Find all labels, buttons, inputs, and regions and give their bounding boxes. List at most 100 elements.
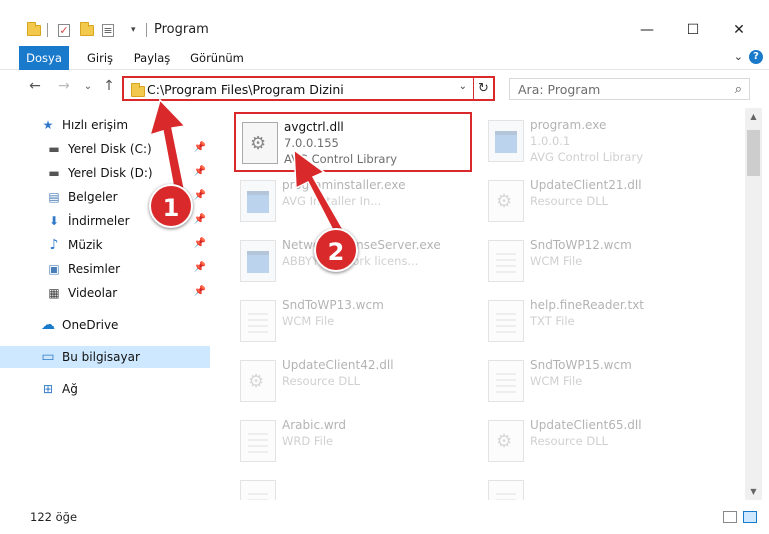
forward-arrow-icon[interactable]: →: [54, 78, 74, 94]
sidebar-item-label: Belgeler: [68, 190, 118, 204]
details-view-icon[interactable]: [723, 511, 737, 523]
address-bar[interactable]: C:\Program Files\Program Dizini ⌄ ↻: [122, 76, 495, 101]
file-tile[interactable]: programinstaller.exe AVG Installer In...: [234, 172, 474, 228]
pin-icon[interactable]: 📌: [194, 166, 206, 177]
pin-icon[interactable]: 📌: [194, 214, 206, 225]
file-tile[interactable]: [234, 472, 474, 500]
tiles-view-icon[interactable]: [743, 511, 757, 523]
sidebar-item-disk-c[interactable]: ▬ Yerel Disk (C:) 📌: [0, 138, 210, 160]
close-button[interactable]: ✕: [716, 16, 762, 44]
sidebar-item-label: Ağ: [62, 382, 78, 396]
file-description: WCM File: [530, 374, 583, 388]
new-folder-icon[interactable]: [80, 21, 94, 36]
address-dropdown-icon[interactable]: ⌄: [459, 81, 467, 92]
file-description: AVG Control Library: [284, 152, 398, 166]
exe-file-icon: [488, 120, 524, 162]
computer-icon: ▭: [41, 349, 55, 365]
cloud-icon: ☁: [41, 317, 55, 333]
search-input[interactable]: Ara: Program ⌕: [509, 78, 750, 100]
file-description: WCM File: [530, 254, 583, 268]
file-name: UpdateClient21.dll: [530, 178, 642, 192]
search-placeholder: Ara: Program: [518, 82, 601, 97]
ribbon-tabs: Dosya Giriş Paylaş Görünüm ⌄ ?: [0, 46, 769, 70]
qa-dropdown-icon[interactable]: ▾: [131, 25, 136, 35]
document-file-icon: [240, 480, 276, 500]
sidebar-item-this-pc[interactable]: ▭ Bu bilgisayar: [0, 346, 210, 368]
sidebar-item-disk-d[interactable]: ▬ Yerel Disk (D:) 📌: [0, 162, 210, 184]
sidebar-item-music[interactable]: ♪ Müzik 📌: [0, 234, 210, 256]
status-bar: 122 öğe: [0, 503, 769, 534]
star-icon: ★: [42, 118, 54, 132]
file-name: UpdateClient65.dll: [530, 418, 642, 432]
videos-icon: ▦: [48, 286, 60, 300]
file-tile[interactable]: SndToWP13.wcm WCM File: [234, 292, 474, 348]
sidebar-item-onedrive[interactable]: ☁ OneDrive: [0, 314, 210, 336]
file-description: AVG Control Library: [530, 150, 644, 164]
file-tile[interactable]: SndToWP12.wcm WCM File: [482, 232, 722, 288]
minimize-button[interactable]: —: [624, 16, 670, 44]
maximize-button[interactable]: ☐: [670, 16, 716, 44]
separator: [146, 23, 147, 37]
scroll-down-icon[interactable]: ▼: [745, 483, 762, 500]
folder-icon: [131, 83, 145, 97]
document-file-icon: [488, 300, 524, 342]
scroll-up-icon[interactable]: ▲: [745, 108, 762, 125]
music-icon: ♪: [49, 237, 59, 253]
recent-locations-icon[interactable]: ⌄: [78, 81, 98, 92]
file-name: Arabic.wrd: [282, 418, 347, 432]
separator: [47, 23, 48, 37]
sidebar-item-label: Bu bilgisayar: [62, 350, 140, 364]
pin-icon[interactable]: 📌: [194, 238, 206, 249]
up-arrow-icon[interactable]: ↑: [99, 78, 119, 94]
pin-icon[interactable]: 📌: [194, 190, 206, 201]
address-path[interactable]: C:\Program Files\Program Dizini: [147, 82, 344, 97]
step-2-badge: 2: [314, 228, 358, 272]
file-tile-avgctrl[interactable]: avgctrl.dll 7.0.0.155 AVG Control Librar…: [234, 112, 472, 172]
tab-home[interactable]: Giriş: [80, 46, 120, 70]
document-file-icon: [488, 240, 524, 282]
file-tile[interactable]: [482, 472, 722, 500]
navigation-bar: ← → ⌄ ↑ C:\Program Files\Program Dizini …: [0, 70, 769, 106]
pin-icon[interactable]: 📌: [194, 142, 206, 153]
navigation-pane: ★ Hızlı erişim ▬ Yerel Disk (C:) 📌 ▬ Yer…: [0, 110, 213, 500]
sidebar-item-videos[interactable]: ▦ Videolar 📌: [0, 282, 210, 304]
properties-icon[interactable]: ✓: [58, 23, 70, 37]
title-bar: ✓ ≡ ▾ Program — ☐ ✕: [0, 0, 769, 46]
vertical-scrollbar[interactable]: ▲ ▼: [745, 108, 762, 500]
item-count: 122 öğe: [30, 510, 78, 524]
help-icon[interactable]: ?: [749, 50, 763, 64]
document-file-icon: [240, 300, 276, 342]
file-tile[interactable]: UpdateClient65.dll Resource DLL: [482, 412, 722, 468]
step-1-badge: 1: [149, 184, 193, 228]
file-description: WCM File: [282, 314, 335, 328]
scroll-thumb[interactable]: [747, 130, 760, 176]
document-file-icon: [488, 360, 524, 402]
exe-file-icon: [240, 240, 276, 282]
sidebar-item-quick-access[interactable]: ★ Hızlı erişim: [0, 114, 210, 136]
pin-icon[interactable]: 📌: [194, 286, 206, 297]
tab-share[interactable]: Paylaş: [130, 46, 174, 70]
file-tile[interactable]: Arabic.wrd WRD File: [234, 412, 474, 468]
file-name: program.exe: [530, 118, 607, 132]
pictures-icon: ▣: [48, 262, 60, 276]
sidebar-item-network[interactable]: ⊞ Ağ: [0, 378, 210, 400]
file-tile[interactable]: UpdateClient42.dll Resource DLL: [234, 352, 474, 408]
network-icon: ⊞: [42, 382, 54, 396]
search-icon[interactable]: ⌕: [735, 82, 742, 97]
back-arrow-icon[interactable]: ←: [25, 78, 45, 94]
file-tile[interactable]: help.fineReader.txt TXT File: [482, 292, 722, 348]
folder-icon: [27, 21, 41, 36]
file-tile[interactable]: SndToWP15.wcm WCM File: [482, 352, 722, 408]
pin-icon[interactable]: 📌: [194, 262, 206, 273]
file-tile[interactable]: program.exe 1.0.0.1 AVG Control Library: [482, 112, 722, 168]
refresh-icon[interactable]: ↻: [473, 78, 493, 99]
ribbon-expand-icon[interactable]: ⌄: [734, 50, 743, 63]
file-tile[interactable]: UpdateClient21.dll Resource DLL: [482, 172, 722, 228]
sidebar-item-pictures[interactable]: ▣ Resimler 📌: [0, 258, 210, 280]
window-title: Program: [154, 22, 209, 37]
file-description: AVG Installer In...: [282, 194, 382, 208]
file-name: SndToWP12.wcm: [530, 238, 632, 252]
tab-file[interactable]: Dosya: [19, 46, 69, 70]
tab-view[interactable]: Görünüm: [186, 46, 248, 70]
customize-icon[interactable]: ≡: [102, 23, 114, 37]
